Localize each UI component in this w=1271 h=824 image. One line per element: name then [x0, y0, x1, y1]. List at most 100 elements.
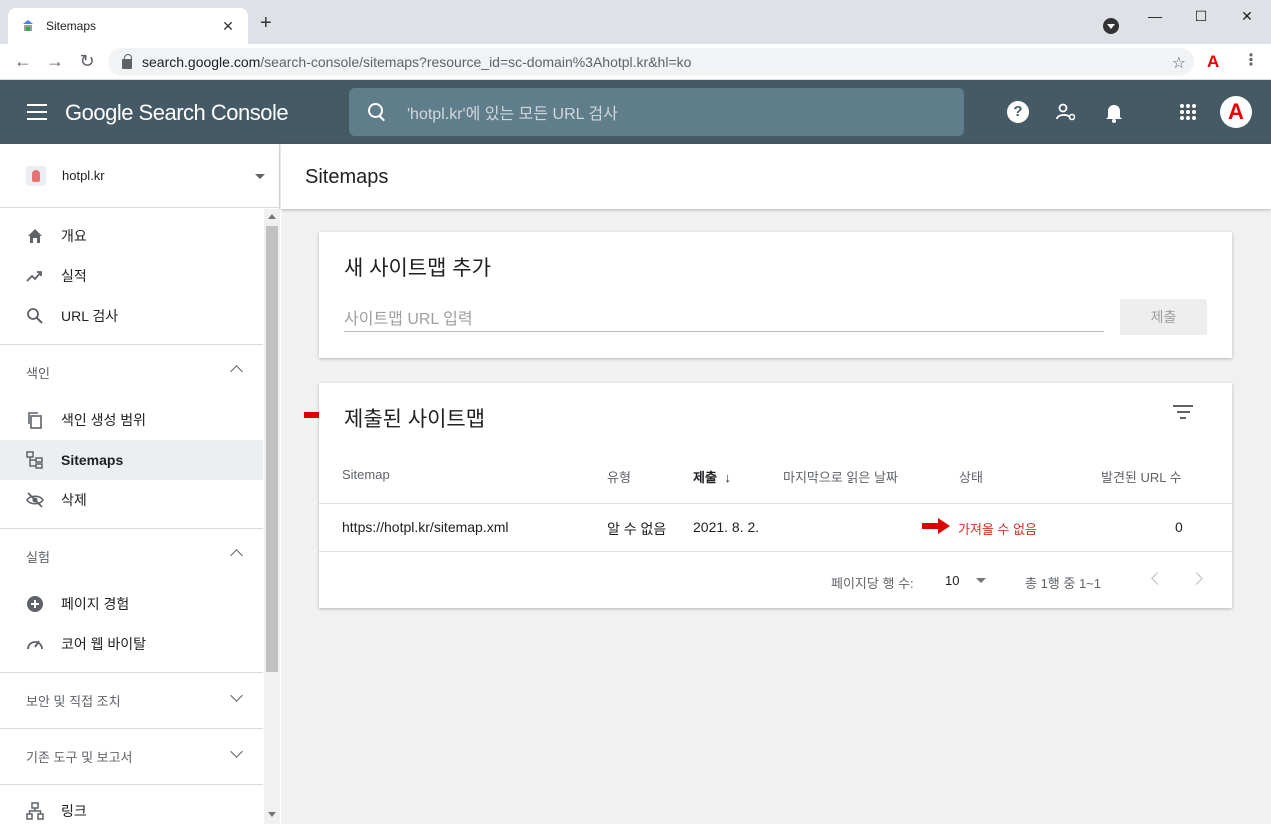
copy-icon [28, 412, 42, 429]
plus-circle-icon [27, 596, 43, 612]
cell-discovered-urls: 0 [1175, 519, 1183, 535]
submit-button[interactable]: 제출 [1120, 299, 1207, 335]
lock-icon[interactable] [122, 54, 132, 69]
sidebar-item-label: 개요 [61, 228, 87, 244]
grid-icon[interactable] [1176, 100, 1200, 124]
add-sitemap-title: 새 사이트맵 추가 [344, 257, 491, 280]
forward-button[interactable]: → [45, 51, 65, 71]
sidebar-item-label: 실적 [61, 268, 87, 284]
back-button[interactable]: ← [13, 51, 33, 71]
section-title: 보안 및 직접 조치 [26, 694, 121, 709]
browser-tabstrip: Sitemaps ✕ + — ☐ ✕ [0, 0, 1271, 44]
add-sitemap-card: 새 사이트맵 추가 제출 [319, 232, 1232, 358]
url-path: /search-console/sitemaps?resource_id=sc-… [260, 54, 692, 70]
chevron-down-icon [230, 745, 243, 758]
dropdown-caret-icon[interactable] [976, 578, 986, 583]
maximize-button[interactable]: ☐ [1191, 8, 1211, 25]
property-selector[interactable]: hotpl.kr [0, 144, 279, 208]
bell-icon[interactable] [1102, 100, 1126, 124]
row-divider [319, 551, 1232, 552]
rows-per-page-select[interactable]: 10 [945, 573, 959, 588]
search-placeholder: 'hotpl.kr'에 있는 모든 URL 검사 [407, 106, 618, 123]
eye-off-icon [26, 492, 44, 508]
sidebar: hotpl.kr 개요 실적 URL 검사 색인 색인 생성 범위 Sitema… [0, 144, 280, 824]
scroll-up-icon[interactable] [268, 214, 276, 219]
url-host: search.google.com [142, 54, 261, 70]
sidebar-item-overview[interactable]: 개요 [0, 216, 263, 256]
help-icon[interactable]: ? [1007, 101, 1029, 123]
row-divider [319, 503, 1232, 504]
sidebar-item-performance[interactable]: 실적 [0, 256, 263, 296]
cell-sitemap-url[interactable]: https://hotpl.kr/sitemap.xml [342, 519, 509, 535]
column-header-submitted[interactable]: 제출 ↓ [693, 467, 731, 486]
browser-tab[interactable]: Sitemaps ✕ [8, 8, 248, 44]
person-gear-icon[interactable] [1054, 100, 1078, 124]
column-header-discovered-urls[interactable]: 발견된 URL 수 [1101, 467, 1182, 486]
sidebar-item-label: 코어 웹 바이탈 [61, 636, 147, 652]
sidebar-item-links[interactable]: 링크 [0, 784, 263, 824]
browser-menu-icon[interactable]: ⋮ [1243, 50, 1259, 70]
chevron-left-icon[interactable] [1151, 572, 1164, 585]
page-header: Sitemaps [281, 144, 1271, 209]
sidebar-item-label: 링크 [61, 802, 87, 819]
red-arrow-annotation-icon [922, 518, 950, 534]
chevron-right-icon[interactable] [1190, 572, 1203, 585]
section-index[interactable]: 색인 [0, 344, 263, 400]
hamburger-menu-icon[interactable] [27, 104, 47, 120]
trending-icon [26, 271, 42, 282]
tab-title: Sitemaps [46, 19, 97, 33]
address-bar[interactable]: search.google.com/search-console/sitemap… [108, 48, 1194, 76]
sitemap-url-input[interactable] [344, 308, 1104, 332]
sidebar-item-page-experience[interactable]: 페이지 경험 [0, 584, 263, 624]
extension-icon[interactable]: A [1207, 52, 1219, 72]
minimize-button[interactable]: — [1145, 8, 1165, 24]
sidebar-item-core-web-vitals[interactable]: 코어 웹 바이탈 [0, 624, 263, 664]
app-title[interactable]: Google Search Console [65, 100, 289, 126]
bookmark-star-icon[interactable]: ☆ [1172, 53, 1186, 73]
cell-status-error: 가져올 수 없음 [958, 522, 1037, 537]
sidebar-item-label: Sitemaps [61, 452, 124, 468]
sort-arrow-down-icon: ↓ [724, 470, 732, 485]
column-header-last-read[interactable]: 마지막으로 읽은 날짜 [783, 467, 898, 486]
section-title: 색인 [26, 366, 50, 381]
tab-close-icon[interactable]: ✕ [220, 18, 236, 35]
rows-per-page-label: 페이지당 행 수: [831, 576, 914, 591]
column-header-sitemap[interactable]: Sitemap [342, 467, 390, 482]
sitemap-icon [26, 451, 43, 469]
column-header-type[interactable]: 유형 [607, 467, 631, 486]
section-legacy-tools[interactable]: 기존 도구 및 보고서 [0, 728, 263, 784]
submitted-sitemaps-title: 제출된 사이트맵 [344, 408, 486, 431]
section-experience[interactable]: 실험 [0, 528, 263, 584]
search-console-favicon-icon [23, 20, 33, 31]
page-title: Sitemaps [305, 166, 389, 188]
home-icon [28, 229, 42, 243]
tab-search-icon[interactable] [1103, 18, 1119, 34]
section-security[interactable]: 보안 및 직접 조치 [0, 672, 263, 728]
app-header: Google Search Console 'hotpl.kr'에 있는 모든 … [0, 80, 1271, 144]
main-content: Sitemaps 새 사이트맵 추가 제출 제출된 사이트맵 Sitemap 유… [281, 144, 1271, 824]
close-window-button[interactable]: ✕ [1237, 8, 1257, 25]
cell-type: 알 수 없음 [607, 521, 667, 537]
new-tab-button[interactable]: + [260, 13, 272, 33]
sidebar-item-coverage[interactable]: 색인 생성 범위 [0, 400, 263, 440]
sidebar-item-label: 색인 생성 범위 [61, 412, 147, 428]
filter-icon[interactable] [1173, 405, 1193, 419]
sidebar-scroll-thumb[interactable] [266, 226, 278, 672]
reload-button[interactable]: ↻ [77, 51, 97, 71]
chevron-down-icon [230, 689, 243, 702]
pagination-range: 총 1행 중 1~1 [1025, 576, 1101, 591]
url-inspect-search[interactable]: 'hotpl.kr'에 있는 모든 URL 검사 [349, 88, 964, 136]
account-avatar[interactable]: A [1220, 96, 1252, 128]
scroll-down-icon[interactable] [268, 812, 276, 817]
column-label: 제출 [693, 470, 717, 485]
sidebar-item-removals[interactable]: 삭제 [0, 480, 263, 520]
sidebar-item-label: 삭제 [61, 492, 87, 508]
sidebar-item-url-inspection[interactable]: URL 검사 [0, 296, 263, 336]
search-icon [27, 308, 43, 324]
speedometer-icon [27, 640, 43, 650]
sidebar-item-sitemaps[interactable]: Sitemaps [0, 440, 263, 480]
section-title: 기존 도구 및 보고서 [26, 750, 133, 765]
chevron-up-icon [230, 365, 243, 378]
column-header-status[interactable]: 상태 [959, 467, 983, 486]
sidebar-item-label: URL 검사 [61, 308, 119, 324]
